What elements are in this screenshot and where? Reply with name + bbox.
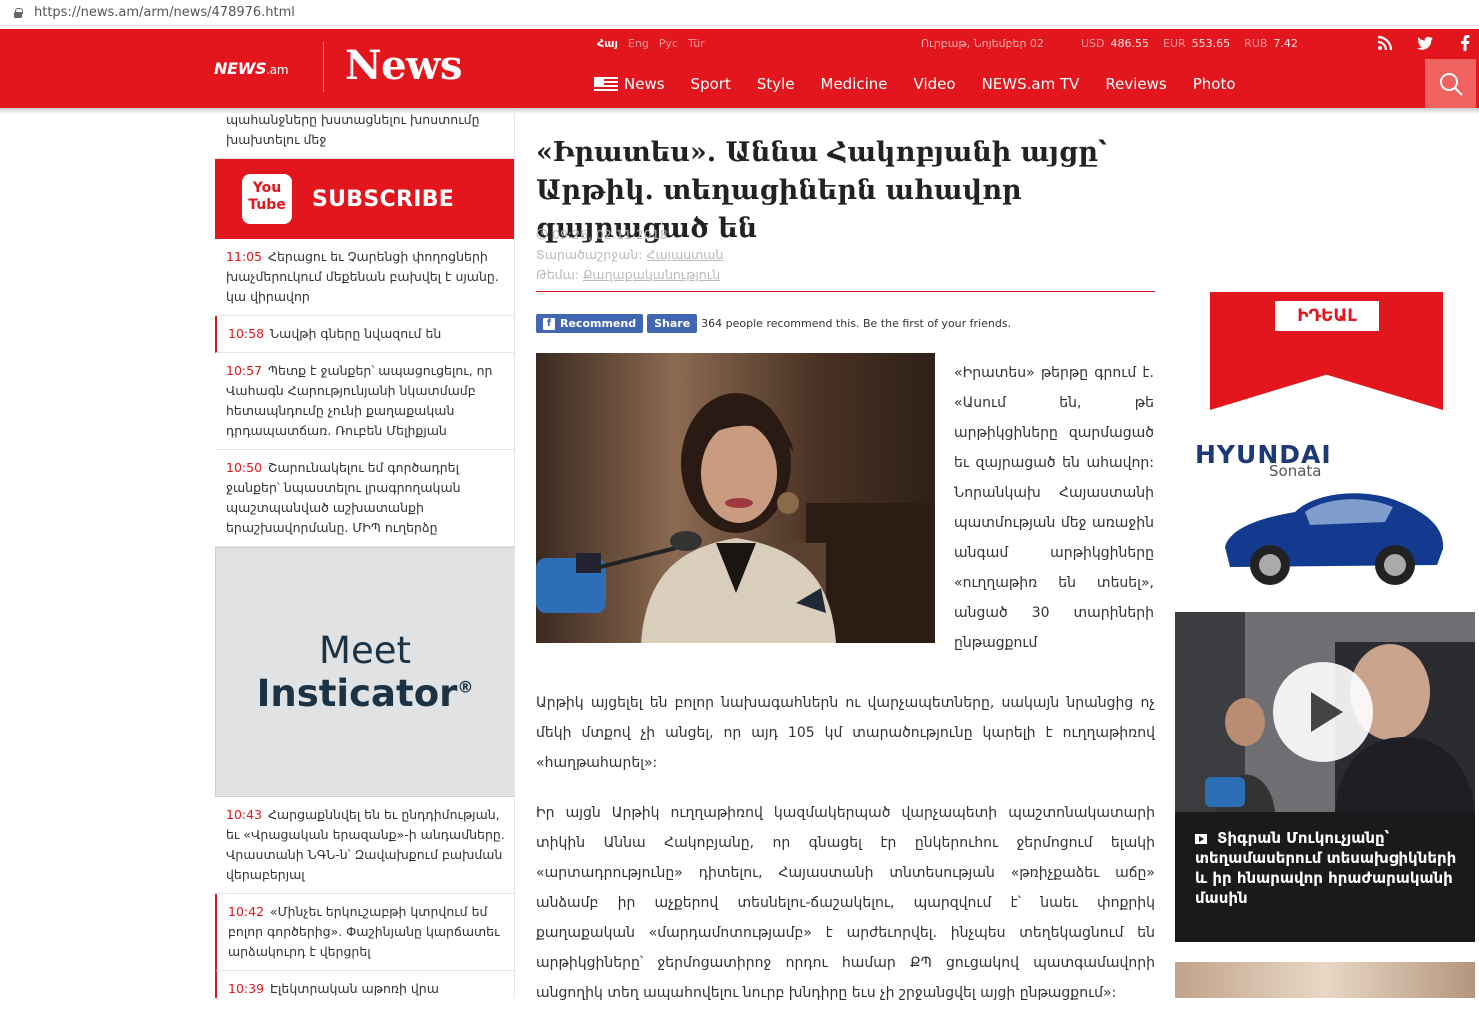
news-item[interactable]: 10:57 Պետք է ջանքեր՝ ապացուցելու, որ Վահա… bbox=[215, 353, 515, 450]
newsam-logo[interactable]: NEWS.am bbox=[214, 59, 289, 78]
sidebar-divider bbox=[514, 108, 515, 998]
next-video-thumbnail[interactable] bbox=[1175, 962, 1475, 998]
video-caption[interactable]: Տիգրան Մուկուչյանը՝ տեղամասերում տեսախցի… bbox=[1195, 828, 1460, 908]
lang-arm[interactable]: Հայ bbox=[597, 37, 618, 50]
ideal-logo: ԻԴԵԱԼ bbox=[1275, 301, 1379, 331]
news-item[interactable]: 10:42 «Մինչեւ երկուշաբթի կտրվում եմ բոլոր… bbox=[215, 894, 515, 971]
facebook-icon[interactable] bbox=[1456, 34, 1474, 52]
rss-icon[interactable] bbox=[1376, 34, 1394, 52]
nav-photo[interactable]: Photo bbox=[1193, 75, 1236, 93]
article-body: Արթիկ այցելել են բոլոր նախագահներն ու վա… bbox=[536, 688, 1155, 1028]
nav-news[interactable]: News bbox=[594, 75, 665, 93]
video-icon bbox=[1195, 833, 1207, 844]
news-item[interactable]: 10:50 Շարունակելու եմ գործադրել ջանքեր՝ ն… bbox=[215, 450, 515, 547]
clock-icon bbox=[536, 228, 548, 240]
facebook-widget: f Recommend Share 364 people recommend th… bbox=[536, 314, 1011, 333]
rate-eur: EUR 553.65 bbox=[1163, 37, 1231, 50]
fb-recommend-count: 364 people recommend this. Be the first … bbox=[701, 317, 1012, 330]
rate-rub: RUB 7.42 bbox=[1244, 37, 1298, 50]
facebook-icon: f bbox=[543, 317, 555, 330]
news-item[interactable]: 11:05 Հերացու եւ Չարենցի փողոցների խաչմեր… bbox=[215, 239, 515, 316]
title-divider bbox=[536, 291, 1155, 292]
nav-newsam-tv[interactable]: NEWS.am TV bbox=[982, 75, 1080, 93]
article-lead-text: «Իրատես» թերթը գրում է. «Ասում են, թե ար… bbox=[954, 365, 1154, 651]
topic-link[interactable]: Քաղաքականություն bbox=[583, 267, 720, 282]
play-icon bbox=[1311, 692, 1343, 732]
exchange-rates: USD 486.55 EUR 553.65 RUB 7.42 bbox=[1081, 37, 1298, 50]
logo-divider bbox=[323, 42, 324, 92]
nav-reviews[interactable]: Reviews bbox=[1105, 75, 1166, 93]
news-item[interactable]: պահանջները խստացնելու խոստումը խախտելու … bbox=[215, 108, 515, 159]
fb-share-button[interactable]: Share bbox=[647, 314, 698, 333]
article-meta: 09:26, 02.11.2018 Տարածաշրջան: Հայաստան … bbox=[536, 225, 724, 282]
news-item[interactable]: 10:39 Էլեկտրական աթոռի վրա bbox=[215, 971, 515, 998]
subscribe-label: SUBSCRIBE bbox=[312, 186, 455, 212]
nav-style[interactable]: Style bbox=[757, 75, 795, 93]
language-switcher: Հայ Eng Рус Tür bbox=[597, 37, 705, 50]
article-time: 09:26, 02.11.2018 bbox=[536, 225, 723, 245]
search-icon bbox=[1439, 72, 1463, 96]
lang-tur[interactable]: Tür bbox=[688, 37, 705, 50]
fb-recommend-button[interactable]: f Recommend bbox=[536, 314, 644, 333]
lock-icon bbox=[14, 7, 23, 18]
news-item[interactable]: 10:43 Հարցաքննվել են եւ ընդդիմության, եւ … bbox=[215, 797, 515, 894]
video-widget[interactable]: Տիգրան Մուկուչյանը՝ տեղամասերում տեսախցի… bbox=[1175, 612, 1475, 942]
flag-icon bbox=[594, 76, 618, 92]
youtube-subscribe-banner[interactable]: You Tube SUBSCRIBE bbox=[215, 159, 515, 239]
main-nav: News Sport Style Medicine Video NEWS.am … bbox=[594, 75, 1262, 93]
play-button[interactable] bbox=[1273, 662, 1373, 762]
nav-sport[interactable]: Sport bbox=[691, 75, 731, 93]
latest-news-sidebar: պահանջները խստացնելու խոստումը խախտելու … bbox=[215, 108, 515, 998]
lang-eng[interactable]: Eng bbox=[628, 37, 649, 50]
youtube-icon: You Tube bbox=[242, 174, 292, 224]
url-text[interactable]: https://news.am/arm/news/478976.html bbox=[34, 5, 295, 20]
nav-medicine[interactable]: Medicine bbox=[821, 75, 888, 93]
social-links bbox=[1376, 34, 1474, 52]
article-photo bbox=[536, 353, 935, 643]
insticator-ad[interactable]: Meet Insticator® bbox=[215, 547, 515, 797]
article-paragraph: Իր այցն Արթիկ ուղղաթիռով կազմակերպած վար… bbox=[536, 805, 1155, 1001]
search-button[interactable] bbox=[1425, 59, 1476, 108]
hyundai-ad[interactable]: ԻԴԵԱԼ HYUNDAI Sonata bbox=[1175, 292, 1475, 592]
browser-url-bar[interactable]: https://news.am/arm/news/478976.html bbox=[0, 0, 1479, 26]
rate-usd: USD 486.55 bbox=[1081, 37, 1150, 50]
news-logo[interactable]: News bbox=[345, 42, 462, 89]
region-link[interactable]: Հայաստան bbox=[647, 247, 724, 262]
twitter-icon[interactable] bbox=[1416, 34, 1434, 52]
nav-video[interactable]: Video bbox=[914, 75, 956, 93]
lang-rus[interactable]: Рус bbox=[659, 37, 678, 50]
car-image bbox=[1225, 493, 1444, 585]
current-date: Ուրբաթ, Նոյեմբեր 02 bbox=[921, 37, 1044, 50]
news-item[interactable]: 10:58 Նավթի գները նվազում են bbox=[215, 316, 515, 353]
article-paragraph: Արթիկ այցելել են բոլոր նախագահներն ու վա… bbox=[536, 695, 1155, 771]
